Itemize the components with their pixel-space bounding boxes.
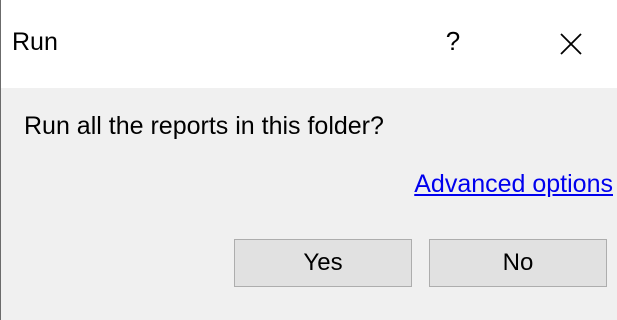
title-bar[interactable]: Run ? (1, 0, 617, 88)
window-title: Run (12, 28, 58, 56)
yes-button[interactable]: Yes (234, 239, 412, 287)
help-button[interactable]: ? (431, 18, 475, 64)
close-icon (560, 33, 582, 55)
dialog-message: Run all the reports in this folder? (24, 112, 384, 140)
run-dialog: Run ? Run all the reports in this folder… (0, 0, 617, 320)
close-button[interactable] (549, 21, 593, 67)
no-button[interactable]: No (429, 239, 607, 287)
advanced-options-link[interactable]: Advanced options (414, 168, 613, 200)
dialog-body: Run all the reports in this folder? Adva… (1, 88, 617, 320)
